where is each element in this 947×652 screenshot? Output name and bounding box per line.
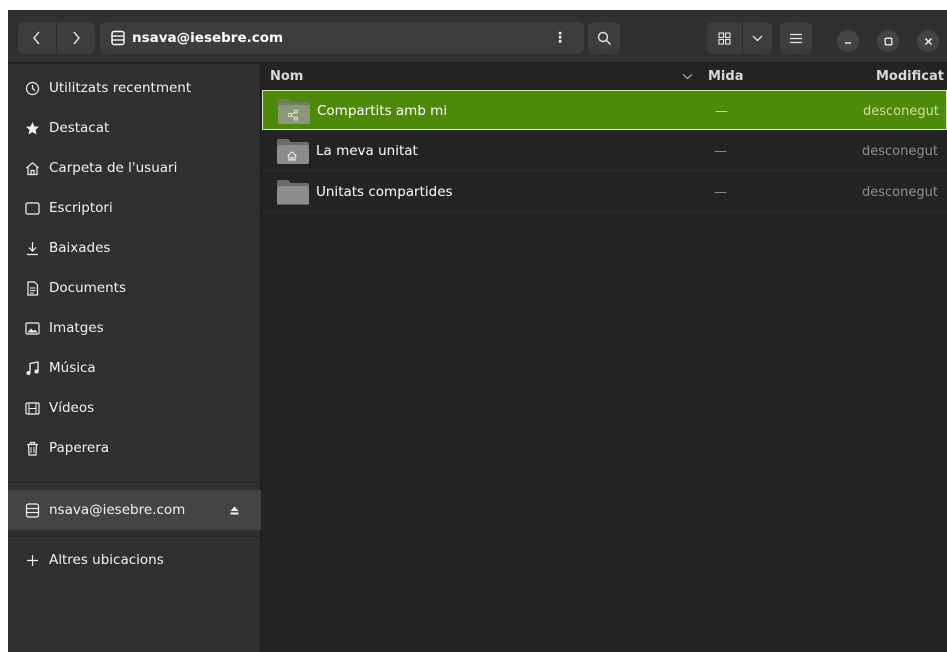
list-item[interactable]: Unitats compartides — desconegut (262, 172, 947, 212)
main-menu-button[interactable] (780, 22, 812, 54)
hamburger-menu-icon (790, 33, 802, 43)
home-icon (24, 160, 40, 176)
column-header-name[interactable]: Nom (270, 64, 303, 88)
path-segment-account[interactable]: nsava@iesebre.com (100, 22, 283, 54)
sidebar-separator (8, 536, 261, 537)
clock-icon (24, 80, 40, 96)
list-item[interactable]: La meva unitat — desconegut (262, 131, 947, 171)
list-item[interactable]: Compartits amb mi — desconegut (262, 90, 947, 130)
shared-drive-folder-icon (276, 178, 310, 206)
sidebar-item-label: Vídeos (49, 400, 95, 416)
close-icon (924, 37, 932, 45)
shared-folder-icon (277, 97, 311, 125)
navigation-buttons (18, 22, 95, 54)
plus-icon (24, 552, 40, 568)
download-icon (24, 240, 40, 256)
video-icon (24, 400, 40, 416)
sidebar-item-label: Altres ubicacions (49, 552, 164, 568)
view-options-dropdown[interactable] (743, 22, 772, 54)
file-list: Nom Mida Modificat Compartits amb mi — d… (262, 64, 947, 652)
location-label: nsava@iesebre.com (132, 30, 284, 46)
file-size: — (714, 143, 727, 159)
maximize-button[interactable] (877, 30, 899, 52)
sidebar-item-home[interactable]: Carpeta de l'usuari (8, 148, 261, 188)
sidebar-separator (8, 482, 261, 483)
file-modified: desconegut (862, 184, 938, 200)
network-server-icon (24, 502, 40, 518)
column-header-modified[interactable]: Modificat (876, 64, 944, 88)
forward-button[interactable] (56, 22, 95, 54)
sidebar-item-label: Música (49, 360, 96, 376)
chevron-left-icon (33, 31, 40, 45)
sidebar-item-label: nsava@iesebre.com (49, 502, 186, 518)
view-switcher (707, 22, 772, 54)
chevron-down-icon (752, 35, 763, 42)
sidebar: Utilitzats recentment Destacat Carpeta d… (8, 64, 261, 652)
sidebar-item-label: Carpeta de l'usuari (49, 160, 178, 176)
sidebar-item-label: Utilitzats recentment (49, 80, 192, 96)
trash-icon (24, 440, 40, 456)
sidebar-item-trash[interactable]: Paperera (8, 428, 261, 468)
file-name: La meva unitat (316, 143, 418, 159)
sidebar-item-videos[interactable]: Vídeos (8, 388, 261, 428)
sidebar-item-desktop[interactable]: Escriptori (8, 188, 261, 228)
file-modified: desconegut (862, 143, 938, 159)
document-icon (24, 280, 40, 296)
sidebar-item-label: Paperera (49, 440, 110, 456)
sidebar-item-music[interactable]: Música (8, 348, 261, 388)
star-icon (24, 120, 40, 136)
file-modified: desconegut (863, 103, 939, 119)
sidebar-item-label: Imatges (49, 320, 104, 336)
back-button[interactable] (18, 22, 56, 54)
grid-view-button[interactable] (707, 22, 743, 54)
file-size: — (714, 184, 727, 200)
network-server-icon (111, 30, 125, 46)
file-name: Compartits amb mi (317, 103, 448, 119)
file-size: — (715, 103, 728, 119)
column-header-size[interactable]: Mida (708, 64, 743, 88)
sidebar-item-recent[interactable]: Utilitzats recentment (8, 68, 261, 108)
maximize-icon (884, 37, 892, 45)
close-button[interactable] (917, 30, 939, 52)
sidebar-item-starred[interactable]: Destacat (8, 108, 261, 148)
sidebar-item-label: Baixades (49, 240, 111, 256)
home-folder-icon (276, 137, 310, 165)
sidebar-item-documents[interactable]: Documents (8, 268, 261, 308)
sidebar-item-other-locations[interactable]: Altres ubicacions (8, 540, 261, 580)
path-menu-button[interactable]: ⋮ (548, 22, 572, 54)
header-bar: nsava@iesebre.com ⋮ (8, 10, 947, 63)
chevron-right-icon (73, 31, 80, 45)
music-icon (24, 360, 40, 376)
sidebar-item-label: Documents (49, 280, 126, 296)
sidebar-item-downloads[interactable]: Baixades (8, 228, 261, 268)
search-button[interactable] (588, 22, 620, 54)
grid-view-icon (718, 31, 731, 45)
search-icon (597, 31, 611, 45)
sidebar-item-account[interactable]: nsava@iesebre.com (8, 490, 261, 530)
file-name: Unitats compartides (316, 184, 453, 200)
eject-icon[interactable] (230, 490, 239, 530)
image-icon (24, 320, 40, 336)
location-bar[interactable]: nsava@iesebre.com ⋮ (100, 22, 584, 54)
minimize-icon (845, 42, 851, 44)
minimize-button[interactable] (837, 30, 859, 52)
desktop-icon (24, 200, 40, 216)
sort-indicator-icon (682, 64, 693, 88)
file-manager-window: nsava@iesebre.com ⋮ Utilitzats recentmen… (8, 10, 947, 652)
sidebar-item-label: Destacat (49, 120, 110, 136)
sidebar-item-pictures[interactable]: Imatges (8, 308, 261, 348)
sidebar-item-label: Escriptori (49, 200, 113, 216)
